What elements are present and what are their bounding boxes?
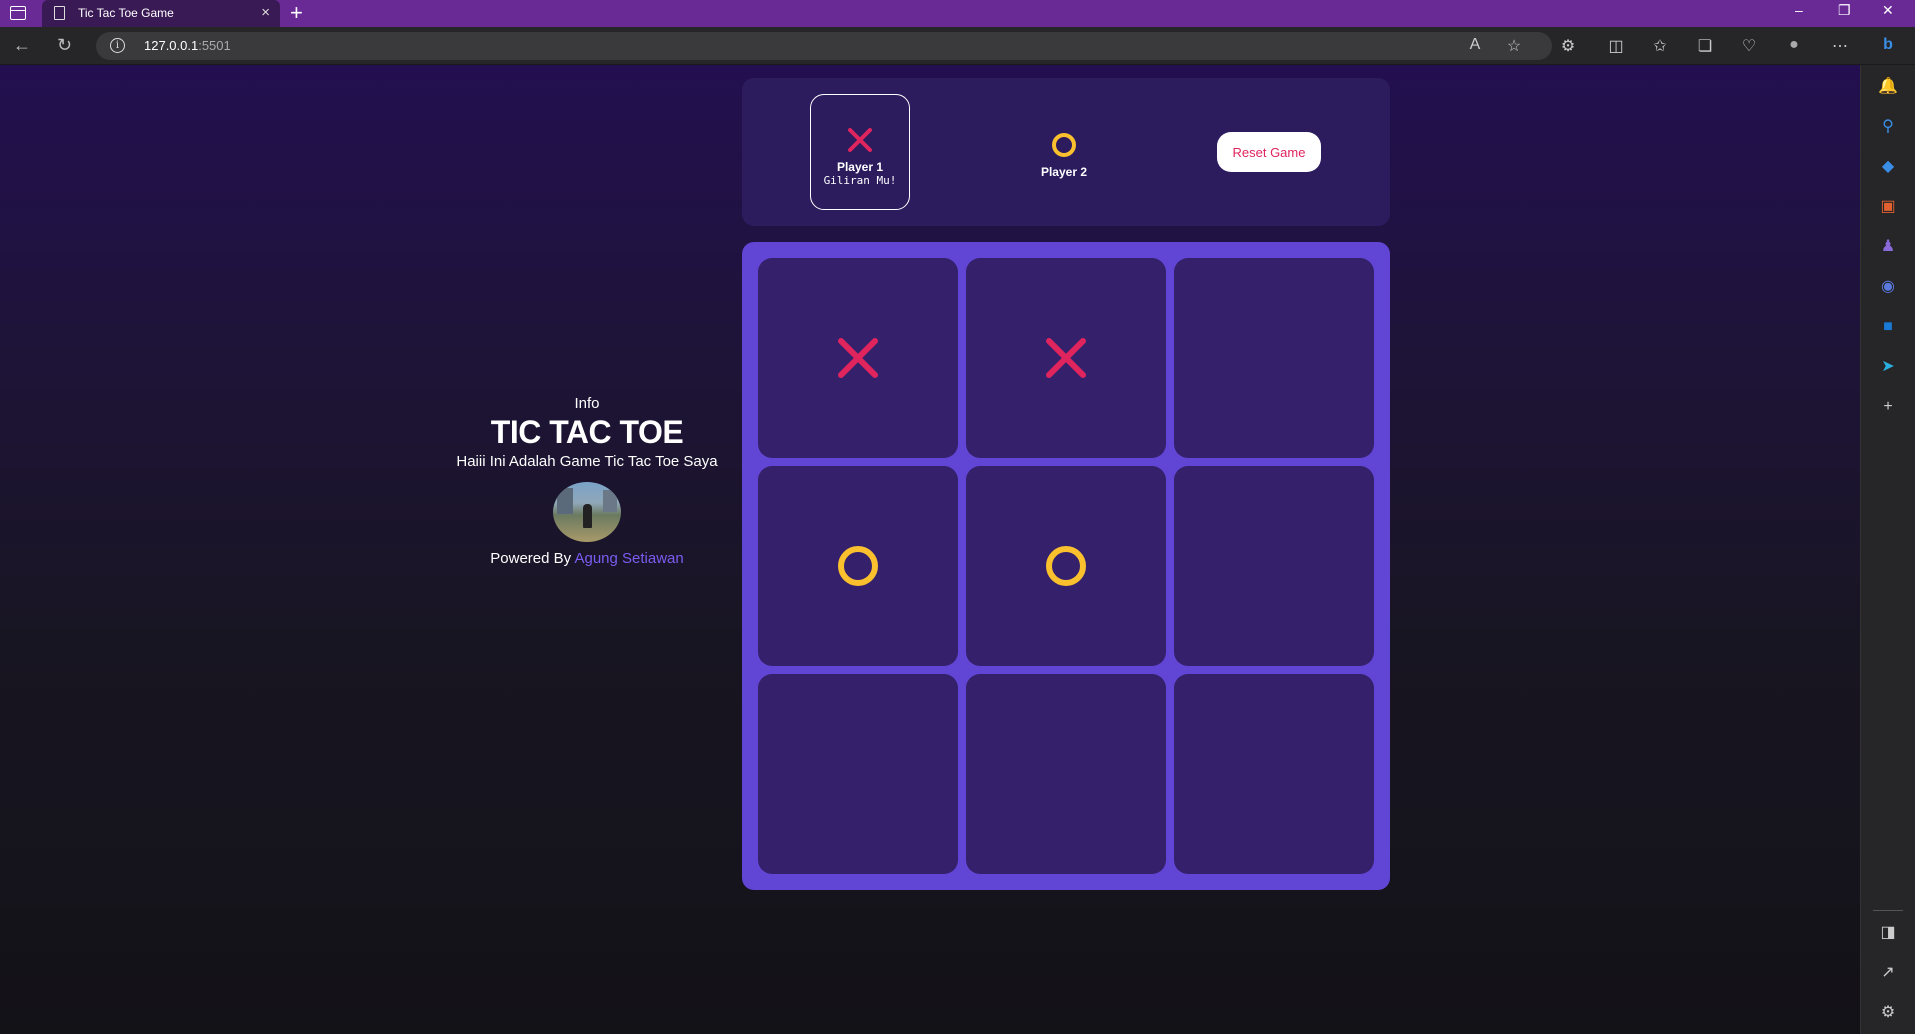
- favorites-icon[interactable]: ✩: [1650, 36, 1670, 56]
- more-options-icon[interactable]: ⋯: [1830, 36, 1850, 56]
- close-tab-icon[interactable]: ×: [261, 4, 270, 21]
- tab-bar: Tic Tac Toe Game × + – ❐ ✕: [0, 0, 1915, 27]
- players-panel: Player 1 Giliran Mu! Player 2 Reset Game: [742, 78, 1390, 226]
- games-icon[interactable]: ♟: [1878, 237, 1898, 257]
- hide-sidebar-icon[interactable]: ◨: [1878, 923, 1898, 943]
- info-label: Info: [574, 395, 600, 412]
- powered-by-label: Powered By: [490, 550, 572, 567]
- send-icon[interactable]: ➤: [1878, 357, 1898, 377]
- board-cell-r1-c3[interactable]: [1174, 258, 1374, 458]
- x-mark-icon: [838, 338, 878, 378]
- office-icon[interactable]: ◉: [1878, 277, 1898, 297]
- x-mark-icon: [848, 128, 872, 152]
- url-text[interactable]: 127.0.0.1:5501: [144, 38, 231, 53]
- board-cell-r3-c3[interactable]: [1174, 674, 1374, 874]
- player-1-card: Player 1 Giliran Mu!: [810, 94, 910, 210]
- split-screen-icon[interactable]: ◫: [1606, 36, 1626, 56]
- search-icon[interactable]: ⚲: [1878, 117, 1898, 137]
- board-cell-r2-c1[interactable]: O: [758, 466, 958, 666]
- player-2-card: Player 2: [1014, 94, 1114, 210]
- o-mark-icon: [1052, 133, 1076, 157]
- board-cell-r1-c2[interactable]: X: [966, 258, 1166, 458]
- url-host: 127.0.0.1: [144, 38, 199, 53]
- notification-bell-icon[interactable]: 🔔: [1878, 77, 1898, 97]
- avatar-person: [583, 504, 592, 528]
- performance-icon[interactable]: ♡: [1739, 36, 1759, 56]
- player-1-name: Player 1: [836, 160, 884, 174]
- author-link[interactable]: Agung Setiawan: [574, 550, 683, 567]
- collections-icon[interactable]: ❏: [1695, 36, 1715, 56]
- browser-tab[interactable]: Tic Tac Toe Game ×: [42, 0, 280, 27]
- info-panel: Info TIC TAC TOE Haiii Ini Adalah Game T…: [430, 395, 744, 567]
- o-mark-icon: [838, 546, 878, 586]
- game-subtitle: Haiii Ini Adalah Game Tic Tac Toe Saya: [456, 453, 718, 470]
- minimize-icon[interactable]: –: [1795, 2, 1803, 18]
- game-title: TIC TAC TOE: [490, 414, 684, 450]
- o-mark-icon: [1046, 546, 1086, 586]
- sidebar-divider: [1873, 910, 1903, 911]
- outlook-icon[interactable]: ■: [1878, 317, 1898, 337]
- address-bar: ← ↻ i 127.0.0.1:5501 A ☆ ⚙ ◫ ✩ ❏ ♡ ● ⋯ b: [0, 27, 1915, 65]
- board-cell-r3-c2[interactable]: [966, 674, 1166, 874]
- tab-actions-icon[interactable]: [10, 6, 26, 20]
- favorite-star-icon[interactable]: ☆: [1504, 36, 1524, 56]
- sidebar-settings-icon[interactable]: ⚙: [1878, 1003, 1898, 1023]
- close-window-icon[interactable]: ✕: [1882, 2, 1894, 19]
- restore-icon[interactable]: ❐: [1838, 2, 1851, 19]
- page-content: Info TIC TAC TOE Haiii Ini Adalah Game T…: [0, 65, 1860, 1034]
- game-board: XXOO: [742, 242, 1390, 890]
- avatar-building: [603, 490, 617, 512]
- new-tab-icon[interactable]: +: [290, 0, 303, 25]
- player-1-turn-status: Giliran Mu!: [823, 174, 897, 187]
- url-field[interactable]: i 127.0.0.1:5501: [96, 32, 1552, 60]
- back-icon[interactable]: ←: [13, 35, 31, 56]
- x-mark-icon: [1046, 338, 1086, 378]
- page-icon: [54, 6, 65, 20]
- board-cell-r2-c2[interactable]: O: [966, 466, 1166, 666]
- tab-title: Tic Tac Toe Game: [78, 6, 174, 20]
- url-port: :5501: [198, 38, 231, 53]
- edge-sidebar: 🔔 ⚲ ◆ ▣ ♟ ◉ ■ ➤ + ◨ ↗ ⚙: [1860, 65, 1915, 1034]
- bing-copilot-icon[interactable]: b: [1878, 36, 1898, 54]
- board-cell-r3-c1[interactable]: [758, 674, 958, 874]
- extensions-icon[interactable]: ⚙: [1558, 36, 1578, 56]
- read-aloud-icon[interactable]: A: [1465, 36, 1485, 54]
- refresh-icon[interactable]: ↻: [57, 35, 72, 56]
- open-external-icon[interactable]: ↗: [1878, 963, 1898, 983]
- add-sidebar-app-icon[interactable]: +: [1878, 397, 1898, 417]
- avatar-building: [557, 488, 573, 514]
- player-2-name: Player 2: [1040, 165, 1088, 179]
- tools-briefcase-icon[interactable]: ▣: [1878, 197, 1898, 217]
- board-cell-r2-c3[interactable]: [1174, 466, 1374, 666]
- profile-avatar-icon[interactable]: ●: [1784, 36, 1804, 54]
- board-cell-r1-c1[interactable]: X: [758, 258, 958, 458]
- site-info-icon[interactable]: i: [110, 38, 125, 53]
- powered-by-line: Powered By Agung Setiawan: [430, 550, 744, 567]
- reset-game-button[interactable]: Reset Game: [1217, 132, 1321, 172]
- author-avatar: [553, 482, 621, 542]
- shopping-tag-icon[interactable]: ◆: [1878, 157, 1898, 177]
